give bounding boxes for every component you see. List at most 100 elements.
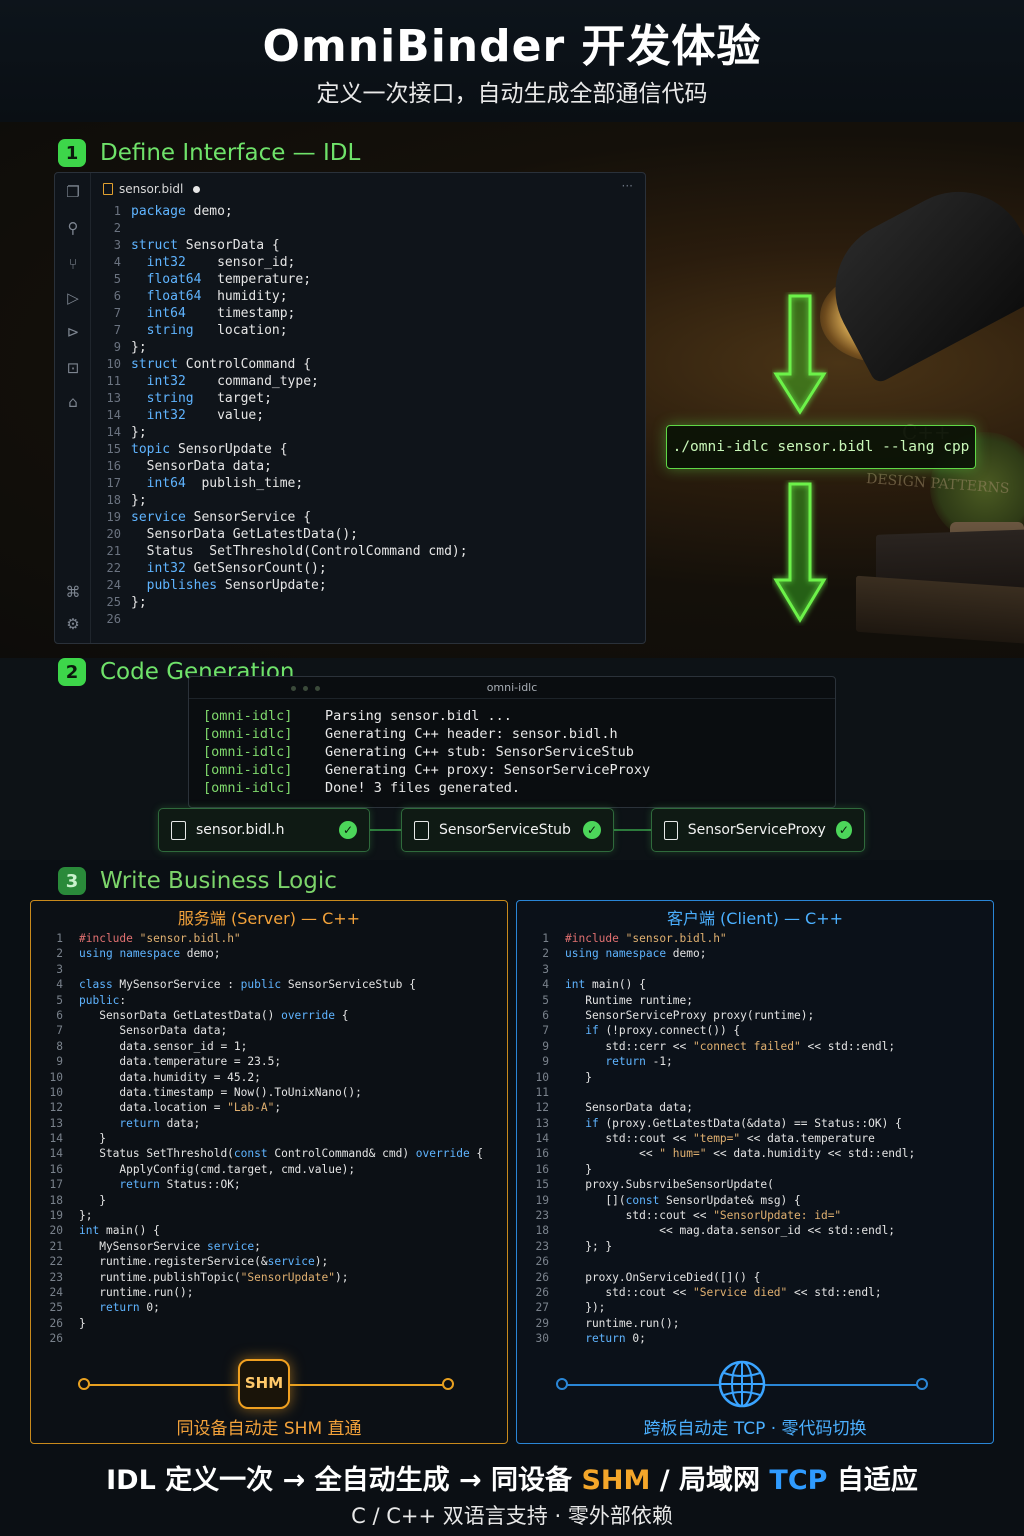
terminal-window[interactable]: omni-idlc [omni-idlc] Parsing sensor.bidl… [188,676,836,808]
tagline-part: IDL 定义一次 → 全自动生成 → 同设备 [106,1465,582,1496]
editor-tab[interactable]: sensor.bidl [103,178,201,200]
code-text: int64 timestamp; [146,306,296,321]
code-line: 14 Status SetThreshold(const ControlComm… [31,1146,507,1161]
line-number: 20 [106,527,121,541]
code-text: int32 GetSensorCount(); [146,561,327,576]
line-number: 6 [542,1008,549,1022]
line-number: 10 [106,357,121,371]
generated-file-header[interactable]: sensor.bidl.h ✓ [158,808,370,852]
line-number: 23 [49,1270,63,1284]
line-number: 14 [49,1147,63,1161]
explorer-icon[interactable]: ❐ [64,183,82,201]
line-number: 13 [106,391,121,405]
code-text: public: [79,993,127,1007]
code-area[interactable]: 1 package demo; 2 3 struct SensorData {4 int… [95,203,635,628]
code-text: std::cerr << "connect failed" << std::en… [565,1039,896,1053]
code-line: 26 proxy.OnServiceDied([]() { [517,1270,993,1285]
code-text: int64 publish_time; [146,476,304,491]
code-line: 23 std::cout << "SensorUpdate: id=" [517,1208,993,1223]
line-number: 26 [106,612,121,626]
arrow-down-icon [773,482,827,623]
code-line: 10 } [517,1070,993,1085]
terminal-prefix: [omni-idlc] [203,744,293,760]
client-code-area[interactable]: 1 #include "sensor.bidl.h" 2 using namespac… [517,931,993,1347]
code-text: runtime.publishTopic("SensorUpdate"); [79,1270,349,1284]
line-number: 17 [106,476,121,490]
code-text: runtime.registerService(&service); [79,1255,329,1269]
command-line[interactable]: ./omni-idlc sensor.bidl --lang cpp [666,425,976,469]
code-line: 23 runtime.publishTopic("SensorUpdate"); [31,1270,507,1285]
client-panel-title: 客户端 (Client) — C++ [666,909,844,928]
code-line: 19 service SensorService { [95,509,635,526]
code-line: 7 string location; [95,322,635,339]
testing-icon[interactable]: ⌂ [64,393,82,411]
debug-icon[interactable]: ⊳ [64,323,82,341]
line-number: 10 [49,1085,63,1099]
search-icon[interactable]: ⚲ [64,219,82,237]
line-number: 20 [49,1224,63,1238]
code-text: SensorData GetLatestData(); [131,527,358,542]
line-number: 17 [49,1178,63,1192]
code-line: 7 int64 timestamp; [95,305,635,322]
line-number: 5 [113,272,121,286]
code-line: 16 << " hum=" << data.humidity << std::e… [517,1146,993,1161]
source-control-icon[interactable]: ⑂ [64,255,82,273]
line-number: 3 [542,962,549,976]
code-text: if (!proxy.connect()) { [585,1024,741,1038]
generated-file-stub[interactable]: SensorServiceStub ✓ [401,808,614,852]
code-text: Status SetThreshold(const ControlCommand… [79,1147,484,1161]
code-text: Status SetThreshold(ControlCommand cmd); [131,544,468,559]
code-text: } [79,1193,106,1207]
run-debug-icon[interactable]: ▷ [64,289,82,307]
code-text: } [79,1132,106,1146]
code-text: }; [131,493,147,508]
code-text: int32 sensor_id; [146,255,296,270]
code-text: SensorData GetLatestData() override { [79,1008,349,1022]
editor-tab-label: sensor.bidl [119,182,184,196]
tagline-part: 自适应 [827,1465,918,1496]
code-text: }; [131,425,147,440]
code-text: int main() { [79,1224,160,1238]
code-text: return 0; [99,1301,160,1315]
line-number: 10 [49,1070,63,1084]
generated-file-proxy[interactable]: SensorServiceProxy ✓ [651,808,865,852]
code-text: }); [565,1301,606,1315]
line-number: 21 [49,1239,63,1253]
terminal-message: Generating C++ header: sensor.bidl.h [325,726,618,742]
line-number: 22 [106,561,121,575]
code-line: 8 data.sensor_id = 1; [31,1039,507,1054]
code-text: std::cout << "Service died" << std::endl… [565,1285,882,1299]
code-text: }; } [565,1239,613,1253]
line-number: 3 [113,238,121,252]
terminal-title: omni-idlc [486,681,538,694]
file-name: SensorServiceStub [439,822,571,838]
more-actions-icon[interactable]: ··· [622,179,633,193]
code-text: return 0; [585,1332,646,1346]
terminal-prefix: [omni-idlc] [203,762,293,778]
settings-icon[interactable]: ⚙ [64,615,82,633]
line-number: 24 [106,578,121,592]
code-line: 6 SensorData GetLatestData() override { [31,1008,507,1023]
code-text: ApplyConfig(cmd.target, cmd.value); [79,1162,356,1176]
server-code-area[interactable]: 1 #include "sensor.bidl.h" 2 using namespac… [31,931,507,1347]
page-subtitle: 定义一次接口，自动生成全部通信代码 [316,81,708,107]
code-text: std::cout << "temp=" << data.temperature [565,1132,875,1146]
code-editor[interactable]: ❐ ⚲ ⑂ ▷ ⊳ ⊡ ⌂ ⌘ ⚙ sensor.bidl ··· 1 packa… [54,172,646,644]
code-line: 12 data.location = "Lab-A"; [31,1100,507,1115]
extensions-icon[interactable]: ⊡ [64,359,82,377]
header: OmniBinder 开发体验 定义一次接口，自动生成全部通信代码 [0,0,1024,122]
code-line: 1 #include "sensor.bidl.h" [517,931,993,946]
line-number: 19 [106,510,121,524]
line-number: 5 [56,993,63,1007]
terminal-prefix: [omni-idlc] [203,726,293,742]
code-text: } [79,1316,86,1330]
line-number: 26 [49,1316,63,1330]
account-icon[interactable]: ⌘ [64,583,82,601]
line-number: 14 [106,408,121,422]
code-text: if (proxy.GetLatestData(&data) == Status… [585,1116,902,1130]
line-number: 9 [113,340,121,354]
tagline: IDL 定义一次 → 全自动生成 → 同设备 SHM / 局域网 TCP 自适应 [0,1458,1024,1497]
code-text: }; [131,595,147,610]
step-number: 3 [58,867,86,895]
code-text: [](const SensorUpdate& msg) { [565,1193,801,1207]
